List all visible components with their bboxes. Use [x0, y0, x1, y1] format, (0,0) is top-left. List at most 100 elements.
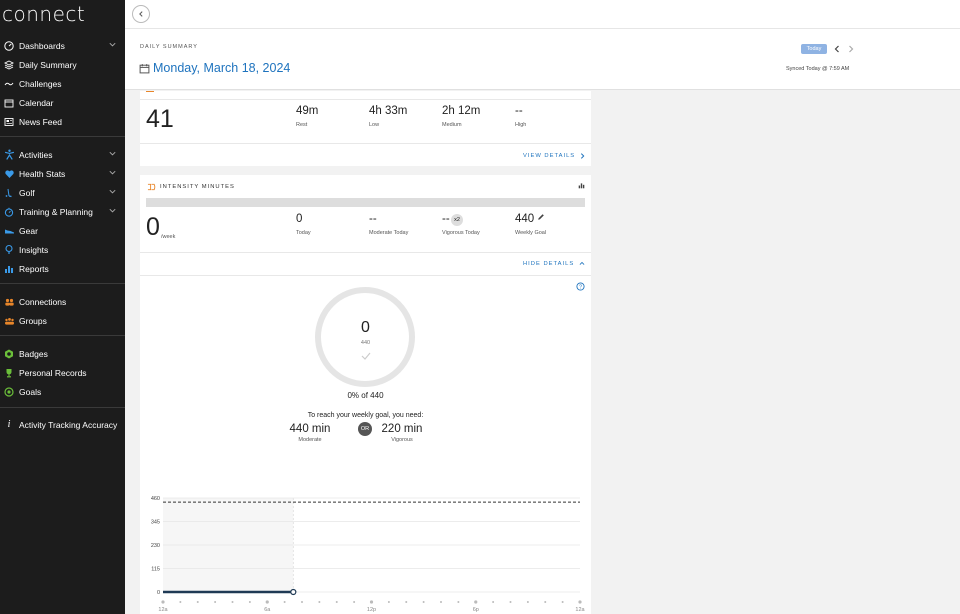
stat-label: Medium: [442, 122, 462, 128]
sidebar-item-label: Personal Records: [19, 367, 87, 378]
sidebar-item-activities[interactable]: Activities: [0, 145, 125, 164]
sidebar-item-label: Activity Tracking Accuracy: [19, 419, 118, 430]
vigorous-needed-value: 220 min: [381, 423, 423, 435]
sidebar-item-training-planning[interactable]: Training & Planning: [0, 202, 125, 221]
stat-label: High: [515, 122, 527, 128]
chevron-down-icon[interactable]: [108, 149, 117, 158]
sidebar-item-connections[interactable]: Connections: [0, 292, 125, 311]
people-icon: [3, 296, 15, 308]
x-tick-label: 12a: [158, 607, 168, 613]
vigorous-needed-label: Vigorous: [391, 437, 413, 443]
sync-status: Synced Today @ 7:59 AM: [786, 66, 850, 72]
stat-value: 2h 12m: [442, 105, 481, 117]
chevron-down-icon[interactable]: [108, 187, 117, 196]
sidebar-item-groups[interactable]: Groups: [0, 311, 125, 330]
news-feed-icon: [3, 116, 15, 128]
edit-pencil-icon[interactable]: [537, 213, 545, 221]
hour-dot: [440, 601, 442, 603]
sidebar-item-label: Daily Summary: [19, 59, 77, 70]
sidebar-item-insights[interactable]: Insights: [0, 240, 125, 259]
hide-details-link[interactable]: HIDE DETAILS: [523, 261, 574, 267]
shoe-icon: [3, 225, 15, 237]
sidebar-item-challenges[interactable]: Challenges: [0, 74, 125, 93]
goal-need-text: To reach your weekly goal, you need:: [307, 412, 424, 419]
hour-dot: [526, 601, 529, 603]
intensity-minutes-value: 0: [146, 213, 160, 241]
stress-accent-mark: [146, 91, 154, 92]
hour-dot: [301, 601, 303, 603]
sidebar-divider: [0, 283, 125, 284]
intensity-minutes-icon: [147, 183, 156, 191]
card-title: INTENSITY MINUTES: [160, 184, 235, 190]
activity-person-icon: [3, 149, 15, 161]
hour-dot: [318, 601, 321, 603]
hour-dot: [248, 601, 251, 603]
stopwatch-icon: [3, 206, 15, 218]
sidebar-item-news-feed[interactable]: News Feed: [0, 112, 125, 131]
sidebar-item-label: Gear: [19, 225, 38, 236]
previous-day-icon[interactable]: [833, 44, 841, 54]
stress-value: 41: [146, 105, 174, 133]
weekly-progress-bar: [146, 198, 585, 207]
view-details-link[interactable]: VIEW DETAILS: [523, 153, 575, 159]
today-button[interactable]: Today: [801, 44, 827, 54]
y-tick-label: 460: [151, 496, 160, 502]
page-title-date[interactable]: Monday, March 18, 2024: [153, 61, 290, 75]
sidebar-item-badges[interactable]: Badges: [0, 344, 125, 363]
sidebar-item-calendar[interactable]: Calendar: [0, 93, 125, 112]
date-picker[interactable]: Monday, March 18, 2024: [139, 61, 290, 75]
stat-label: Moderate Today: [369, 230, 409, 236]
info-icon: i: [7, 419, 11, 430]
back-button[interactable]: [132, 5, 150, 23]
sidebar-item-label: Challenges: [19, 78, 62, 89]
hour-dot: [387, 601, 390, 603]
y-tick-label: 115: [151, 567, 160, 573]
sidebar-item-activity-tracking-accuracy[interactable]: i Activity Tracking Accuracy: [0, 415, 125, 434]
sidebar-item-label: Training & Planning: [19, 206, 93, 217]
stat-label: Rest: [296, 122, 308, 128]
card-divider: [140, 143, 591, 144]
sidebar-item-health-stats[interactable]: Health Stats: [0, 164, 125, 183]
card-divider: [140, 252, 591, 253]
dashboard-gauge-icon: [3, 40, 15, 52]
chart-toggle-icon[interactable]: [578, 182, 585, 189]
chevron-left-icon: [139, 11, 143, 17]
target-icon: [3, 386, 15, 398]
chevron-down-icon[interactable]: [108, 168, 117, 177]
stat-value: 49m: [296, 105, 319, 117]
sidebar-item-label: Dashboards: [19, 40, 65, 51]
hour-dot: [422, 601, 425, 603]
card-divider: [140, 99, 591, 100]
chevron-down-icon[interactable]: [108, 40, 117, 49]
sidebar-item-dashboards[interactable]: Dashboards: [0, 36, 125, 55]
help-icon[interactable]: ?: [576, 282, 585, 291]
sidebar-item-gear[interactable]: Gear: [0, 221, 125, 240]
chevron-right-icon[interactable]: [579, 152, 586, 160]
chevron-up-icon[interactable]: [578, 260, 586, 267]
hour-dot: [353, 601, 356, 603]
next-day-icon[interactable]: [847, 44, 855, 54]
sidebar-item-label: Badges: [19, 348, 48, 359]
hour-dot: [231, 601, 234, 603]
x-tick-label: 12a: [575, 607, 585, 613]
y-tick-label: 345: [151, 520, 160, 526]
calendar-icon[interactable]: [139, 63, 150, 74]
connect-logo[interactable]: connect: [2, 2, 85, 26]
hour-dot: [578, 600, 582, 604]
sidebar-item-reports[interactable]: Reports: [0, 259, 125, 278]
sidebar-item-golf[interactable]: Golf: [0, 183, 125, 202]
stat-value: 440: [515, 213, 535, 225]
x-tick-label: 12p: [367, 607, 376, 613]
chevron-down-icon[interactable]: [108, 206, 117, 215]
sidebar-item-personal-records[interactable]: Personal Records: [0, 363, 125, 382]
weekly-goal-ring: [315, 287, 415, 387]
sidebar-item-label: Insights: [19, 244, 49, 255]
stat-label: Vigorous Today: [442, 230, 480, 236]
sidebar-item-label: Calendar: [19, 97, 54, 108]
hour-dot: [474, 600, 478, 604]
vigorous-multiplier-badge: x2: [451, 214, 463, 226]
badge-icon: [3, 348, 15, 360]
sidebar-item-goals[interactable]: Goals: [0, 382, 125, 401]
sidebar-item-label: Activities: [19, 149, 53, 160]
sidebar-item-daily-summary[interactable]: Daily Summary: [0, 55, 125, 74]
